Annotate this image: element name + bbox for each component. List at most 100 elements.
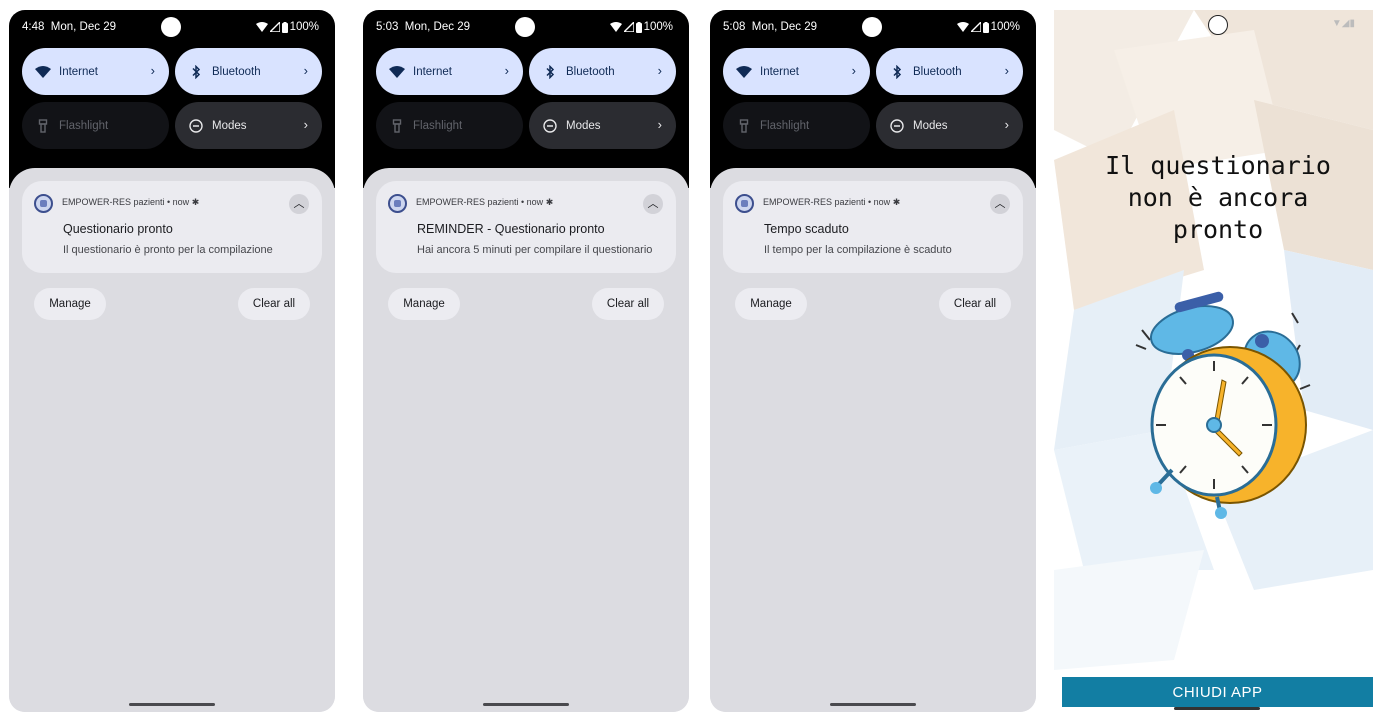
chevron-right-icon: › [504, 63, 509, 78]
notification-text: Hai ancora 5 minuti per compilare il que… [417, 244, 653, 256]
tile-bluetooth-label: Bluetooth [212, 65, 261, 78]
chevron-right-icon: › [851, 63, 856, 78]
status-time: 4:48 Mon, Dec 29 [22, 21, 116, 33]
tile-modes[interactable]: Modes › [175, 102, 322, 149]
wifi-icon [35, 64, 51, 80]
collapse-chevron-icon[interactable]: ︿ [289, 194, 309, 214]
close-app-button[interactable]: CHIUDI APP [1062, 677, 1373, 707]
tile-bluetooth-label: Bluetooth [566, 65, 615, 78]
notification-app-header: EMPOWER-RES pazienti • now ✱ [62, 197, 200, 207]
app-icon [34, 194, 53, 213]
tile-internet-label: Internet [59, 65, 98, 78]
bluetooth-icon [889, 64, 905, 80]
tile-internet-label: Internet [760, 65, 799, 78]
collapse-chevron-icon[interactable]: ︿ [990, 194, 1010, 214]
battery-percent: 100% [289, 21, 319, 33]
tile-bluetooth[interactable]: Bluetooth › [175, 48, 322, 95]
tile-flashlight[interactable]: Flashlight [22, 102, 169, 149]
camera-cutout [1208, 15, 1228, 35]
tile-internet-label: Internet [413, 65, 452, 78]
alarm-icon: ✱ [191, 197, 200, 207]
signal-icon [623, 22, 634, 32]
wifi-icon [956, 22, 969, 32]
home-indicator[interactable] [129, 703, 215, 706]
tile-flashlight-label: Flashlight [760, 119, 810, 132]
wifi-icon [609, 22, 622, 32]
app-icon [735, 194, 754, 213]
tile-internet[interactable]: Internet › [22, 48, 169, 95]
notification-text: Il questionario è pronto per la compilaz… [63, 244, 273, 256]
notification-shade-screen-3: 5:08 Mon, Dec 29 100% Internet › Bluetoo… [710, 10, 1036, 712]
do-not-disturb-icon [188, 118, 204, 134]
chevron-right-icon: › [1004, 117, 1009, 132]
status-icons: 100% [255, 21, 319, 33]
tile-modes-label: Modes [913, 119, 948, 132]
wifi-icon [736, 64, 752, 80]
wifi-icon [389, 64, 405, 80]
notification-card[interactable]: EMPOWER-RES pazienti • now ✱ ︿ Tempo sca… [723, 181, 1023, 273]
bluetooth-icon [188, 64, 204, 80]
notification-title: Tempo scaduto [764, 222, 849, 236]
quick-settings-panel: 4:48 Mon, Dec 29 100% Internet › Bluetoo… [9, 10, 335, 188]
bluetooth-icon [542, 64, 558, 80]
tile-flashlight[interactable]: Flashlight [723, 102, 870, 149]
notification-app-header: EMPOWER-RES pazienti • now ✱ [763, 197, 901, 207]
battery-percent: 100% [990, 21, 1020, 33]
do-not-disturb-icon [542, 118, 558, 134]
tile-modes[interactable]: Modes › [529, 102, 676, 149]
clear-all-button[interactable]: Clear all [939, 288, 1011, 320]
clear-all-button[interactable]: Clear all [592, 288, 664, 320]
tile-flashlight-label: Flashlight [59, 119, 109, 132]
camera-cutout [862, 17, 882, 37]
chevron-right-icon: › [303, 63, 308, 78]
alarm-icon: ✱ [545, 197, 554, 207]
status-time: 5:03 Mon, Dec 29 [376, 21, 470, 33]
flashlight-icon [736, 118, 752, 134]
camera-cutout [161, 17, 181, 37]
manage-button[interactable]: Manage [388, 288, 460, 320]
tile-internet[interactable]: Internet › [723, 48, 870, 95]
chevron-right-icon: › [657, 117, 662, 132]
flashlight-icon [389, 118, 405, 134]
chevron-right-icon: › [657, 63, 662, 78]
status-icons: ▼◢▮ [1331, 18, 1355, 29]
status-time: 5:08 Mon, Dec 29 [723, 21, 817, 33]
home-indicator[interactable] [483, 703, 569, 706]
signal-icon [970, 22, 981, 32]
manage-button[interactable]: Manage [34, 288, 106, 320]
alarm-clock-icon [1135, 291, 1311, 519]
notification-title: Questionario pronto [63, 222, 173, 236]
collapse-chevron-icon[interactable]: ︿ [643, 194, 663, 214]
title-line-3: pronto [1172, 215, 1264, 244]
flashlight-icon [35, 118, 51, 134]
tile-internet[interactable]: Internet › [376, 48, 523, 95]
tile-bluetooth[interactable]: Bluetooth › [529, 48, 676, 95]
status-icons: 100% [609, 21, 673, 33]
app-icon [388, 194, 407, 213]
notification-shade-screen-2: 5:03 Mon, Dec 29 100% Internet › Bluetoo… [363, 10, 689, 712]
chevron-right-icon: › [303, 117, 308, 132]
tile-flashlight[interactable]: Flashlight [376, 102, 523, 149]
tile-bluetooth-label: Bluetooth [913, 65, 962, 78]
title-line-1: Il questionario [1105, 151, 1331, 180]
title-line-2: non è ancora [1127, 183, 1309, 212]
tile-flashlight-label: Flashlight [413, 119, 463, 132]
notification-text: Il tempo per la compilazione è scaduto [764, 244, 952, 256]
notification-card[interactable]: EMPOWER-RES pazienti • now ✱ ︿ REMINDER … [376, 181, 676, 273]
tile-modes[interactable]: Modes › [876, 102, 1023, 149]
quick-settings-panel: 5:03 Mon, Dec 29 100% Internet › Bluetoo… [363, 10, 689, 188]
home-indicator[interactable] [1174, 707, 1260, 710]
wifi-icon [255, 22, 268, 32]
chevron-right-icon: › [150, 63, 155, 78]
alarm-icon: ✱ [892, 197, 901, 207]
camera-cutout [515, 17, 535, 37]
tile-modes-label: Modes [566, 119, 601, 132]
manage-button[interactable]: Manage [735, 288, 807, 320]
do-not-disturb-icon [889, 118, 905, 134]
battery-percent: 100% [643, 21, 673, 33]
clear-all-button[interactable]: Clear all [238, 288, 310, 320]
notification-app-header: EMPOWER-RES pazienti • now ✱ [416, 197, 554, 207]
home-indicator[interactable] [830, 703, 916, 706]
tile-bluetooth[interactable]: Bluetooth › [876, 48, 1023, 95]
notification-card[interactable]: EMPOWER-RES pazienti • now ✱ ︿ Questiona… [22, 181, 322, 273]
